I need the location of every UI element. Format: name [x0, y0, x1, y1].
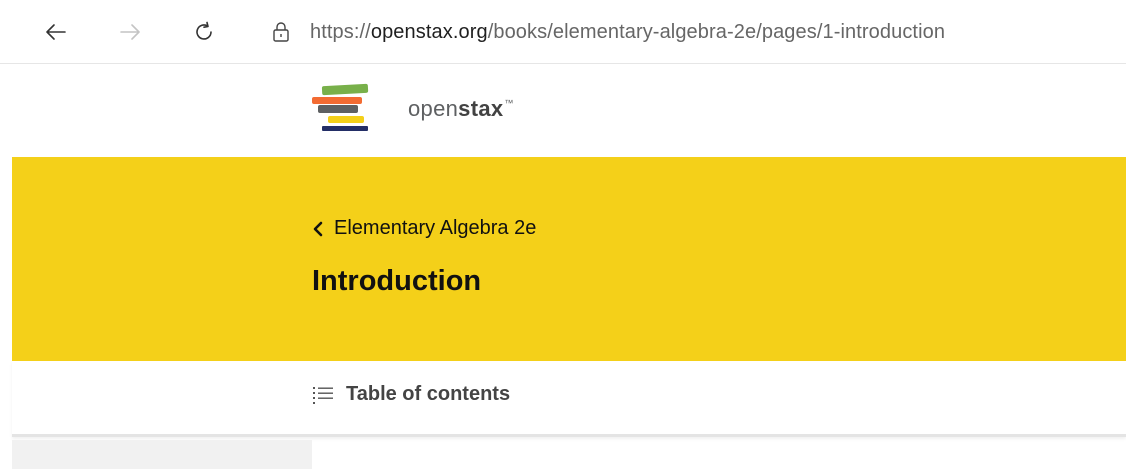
book-title: Elementary Algebra 2e [334, 217, 537, 239]
url-path: /books/elementary-algebra-2e/pages/1-int… [487, 20, 946, 43]
logo-trademark: ™ [504, 98, 514, 108]
url-domain: openstax.org [370, 20, 488, 43]
book-banner: Elementary Algebra 2e Introduction [12, 157, 1126, 361]
page-content: openstax™ Elementary Algebra 2e Introduc… [12, 65, 1126, 469]
toc-label: Table of contents [346, 383, 511, 405]
site-header: openstax™ [12, 65, 1126, 157]
logo-wordmark: openstax™ [408, 96, 514, 122]
book-stack-logo-icon [312, 83, 369, 131]
refresh-icon [196, 21, 212, 40]
logo-light: open [408, 96, 459, 121]
list-icon [313, 386, 333, 404]
logo-bold: stax [458, 96, 504, 121]
url-text[interactable]: https://openstax.org/books/elementary-al… [310, 21, 945, 44]
arrow-right-icon [120, 24, 140, 40]
toc-bar: Table of contents [12, 361, 1126, 437]
back-button[interactable] [38, 14, 74, 50]
refresh-button[interactable] [186, 14, 222, 50]
lock-icon[interactable] [272, 21, 290, 43]
toc-toggle-button[interactable]: Table of contents [312, 383, 510, 406]
arrow-left-icon [46, 24, 66, 40]
page-title: Introduction [312, 265, 482, 297]
forward-button[interactable] [112, 14, 148, 50]
address-bar[interactable]: https://openstax.org/books/elementary-al… [258, 12, 1118, 52]
openstax-logo[interactable]: openstax™ [310, 81, 514, 137]
book-title-link[interactable]: Elementary Algebra 2e [312, 217, 536, 240]
url-prefix: https:// [310, 20, 371, 43]
browser-toolbar: https://openstax.org/books/elementary-al… [0, 0, 1126, 64]
chevron-left-icon [312, 221, 324, 237]
sidebar-placeholder [12, 440, 312, 469]
